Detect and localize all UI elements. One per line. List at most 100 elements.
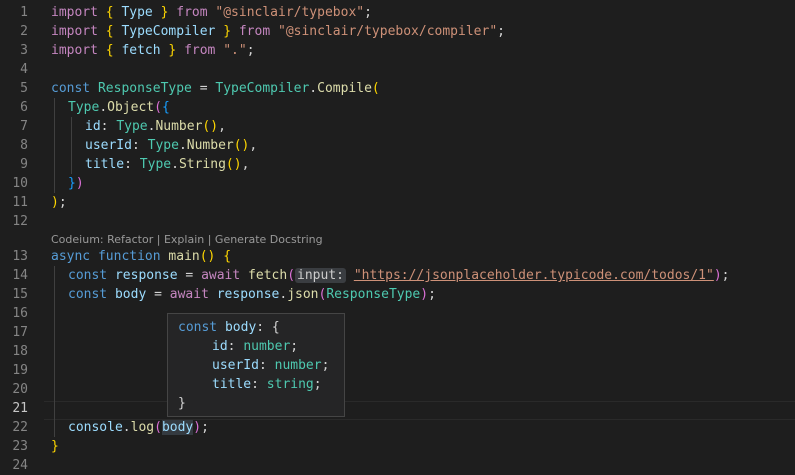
property-key: title [85,157,125,172]
object-name: response [216,287,280,302]
semicolon: ; [364,5,372,20]
property-key: id [85,119,101,134]
code-line-11[interactable]: ); [51,193,67,212]
line-number-active: 21 [12,401,28,416]
line-number: 4 [20,62,28,77]
semicolon: ; [246,43,255,58]
import-name: TypeCompiler [121,24,216,39]
variable-name: response [114,268,178,283]
code-line-2[interactable]: import { TypeCompiler } from "@sinclair/… [51,22,505,41]
import-name: Type [121,5,153,20]
code-line-23[interactable]: } [51,437,59,456]
code-line-5[interactable]: const ResponseType = TypeCompiler.Compil… [51,79,380,98]
module-string: "@sinclair/typebox" [215,5,365,20]
code-line-14[interactable]: const response = await fetch(input: "htt… [68,266,730,285]
line-number: 19 [12,363,28,378]
paren: ) [713,268,722,283]
hover-close-brace: } [178,396,186,411]
comma: , [249,138,258,153]
class-name: Type [139,157,172,172]
brace: } [168,43,177,58]
semicolon: ; [497,24,505,39]
brace: { [105,24,114,39]
function-name: log [130,420,155,435]
function-name: String [178,157,226,172]
comma: , [218,119,226,134]
dot: . [99,100,108,115]
const-keyword: const [68,268,108,283]
property-key: userId [85,138,132,153]
hover-field-type: string [266,377,314,392]
brace: } [160,5,169,20]
code-line-1[interactable]: import { Type } from "@sinclair/typebox"… [51,3,372,22]
function-name: Compile [317,81,372,96]
class-name: Type [116,119,148,134]
hover-header-punct: : { [256,320,280,335]
await-keyword: await [169,287,209,302]
class-name: Type [68,100,100,115]
function-keyword: function [97,249,161,264]
hover-field-type: number [243,339,291,354]
import-name: fetch [121,43,161,58]
line-number: 18 [12,344,28,359]
code-line-6[interactable]: Type.Object({ [68,98,170,117]
variable-name: body [114,287,147,302]
hover-field-name: userId [212,358,259,373]
paren: ( [287,268,296,283]
operator: = [185,268,194,283]
semicolon: ; [201,420,209,435]
code-line-9[interactable]: title: Type.String(), [85,155,249,174]
import-keyword: import [51,24,98,39]
paren: ) [51,195,59,210]
inlay-parameter-hint: input: [295,268,346,283]
await-keyword: await [201,268,241,283]
paren: ( [371,81,380,96]
function-name: json [287,287,319,302]
paren: ( [154,420,162,435]
class-name: Type [147,138,179,153]
code-line-7[interactable]: id: Type.Number(), [85,117,226,136]
line-number: 17 [12,325,28,340]
line-number: 24 [12,458,28,473]
colon: : [100,119,109,134]
hover-const-keyword: const [178,320,218,335]
brace: } [68,176,76,191]
operator: = [199,81,208,96]
dot: . [309,81,318,96]
code-line-22[interactable]: console.log(body); [68,418,209,437]
code-line-13[interactable]: async function main() { [51,247,231,266]
hover-field-name: title [212,377,252,392]
hover-field-name: id [212,339,228,354]
operator: = [154,287,162,302]
code-line-8[interactable]: userId: Type.Number(), [85,136,257,155]
import-keyword: import [51,5,98,20]
object-name: console [68,420,123,435]
brace: } [51,439,59,454]
function-name: main [168,249,200,264]
code-line-15[interactable]: const body = await response.json(Respons… [68,285,436,304]
comma: , [241,157,250,172]
argument-name: body [161,420,194,435]
variable-name: ResponseType [97,81,192,96]
parens: () [225,157,242,172]
code-line-3[interactable]: import { fetch } from "."; [51,41,255,60]
paren: ( [154,100,162,115]
dot: . [279,287,288,302]
hover-variable-name: body [224,320,257,335]
code-editor[interactable]: 1 2 3 4 5 6 7 8 9 10 11 12 13 14 15 16 1… [0,0,795,473]
brace: { [105,5,114,20]
class-name: TypeCompiler [215,81,310,96]
dot: . [171,157,179,172]
line-number: 12 [12,214,28,229]
semicolon: ; [58,195,67,210]
code-line-10[interactable]: }) [68,174,84,193]
url-string-link[interactable]: "https://jsonplaceholder.typicode.com/to… [354,268,714,283]
line-number: 20 [12,382,28,397]
paren: ) [420,287,429,302]
brace: { [161,100,170,115]
parens: () [199,249,216,264]
dot: . [178,138,187,153]
dot: . [122,420,131,435]
from-keyword: from [238,24,271,39]
module-string: "." [223,43,247,58]
